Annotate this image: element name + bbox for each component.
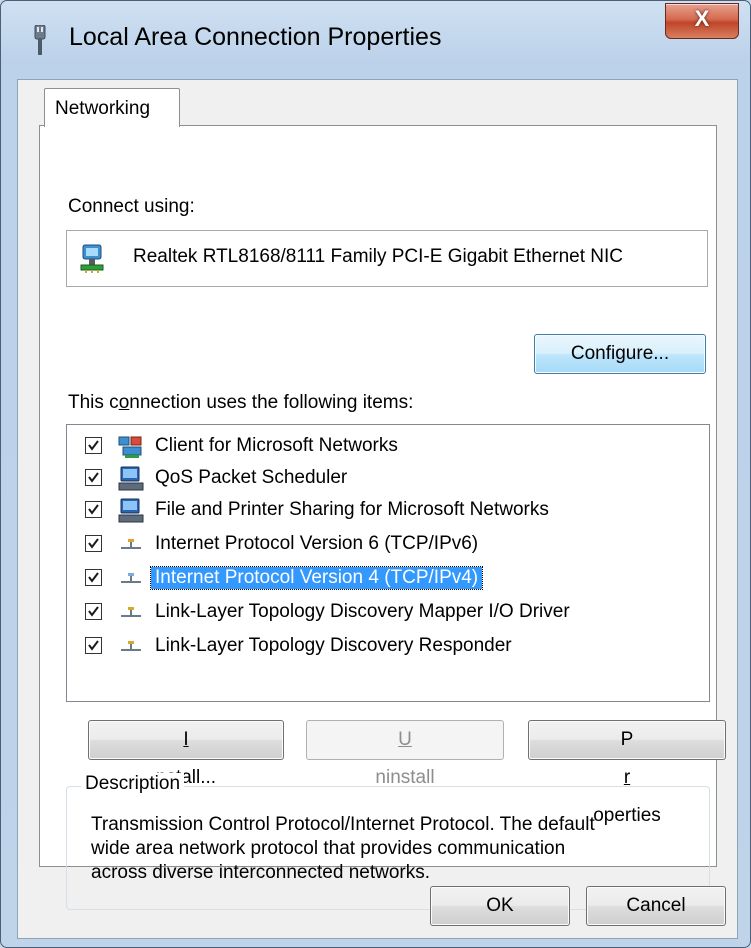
item-checkbox[interactable] bbox=[85, 637, 102, 654]
item-label: Internet Protocol Version 4 (TCP/IPv4) bbox=[149, 566, 484, 590]
item-label: Link-Layer Topology Discovery Mapper I/O… bbox=[155, 601, 570, 622]
checkmark-icon bbox=[88, 504, 99, 515]
checkmark-icon bbox=[88, 606, 99, 617]
items-list-label: This connection uses the following items… bbox=[68, 392, 414, 413]
item-checkbox[interactable] bbox=[85, 603, 102, 620]
networking-tab-panel: Connect using: Realtek RTL8168/8111 Fami… bbox=[39, 125, 726, 910]
checkmark-icon bbox=[88, 472, 99, 483]
cancel-button[interactable]: Cancel bbox=[586, 886, 726, 926]
ok-button[interactable]: OK bbox=[430, 886, 570, 926]
network-adapter-icon bbox=[80, 244, 104, 273]
item-checkbox[interactable] bbox=[85, 569, 102, 586]
connect-using-label: Connect using: bbox=[68, 196, 195, 217]
dialog-client-area: Networking Connect using: Realtek RTL816… bbox=[17, 79, 738, 939]
protocol-icon bbox=[121, 641, 141, 651]
protocol-icon bbox=[121, 607, 141, 617]
window-title: Local Area Connection Properties bbox=[69, 23, 442, 51]
tab-networking-label: Networking bbox=[55, 98, 151, 119]
network-cable-icon bbox=[34, 25, 46, 55]
item-label: File and Printer Sharing for Microsoft N… bbox=[155, 499, 549, 520]
properties-window: Local Area Connection Properties X Netwo… bbox=[0, 0, 751, 948]
list-item[interactable]: File and Printer Sharing for Microsoft N… bbox=[67, 495, 707, 527]
description-text: Transmission Control Protocol/Internet P… bbox=[91, 814, 595, 883]
checkmark-icon bbox=[88, 440, 99, 451]
install-button[interactable]: Install... bbox=[88, 720, 284, 788]
item-label: Link-Layer Topology Discovery Responder bbox=[155, 635, 512, 656]
list-item[interactable]: Internet Protocol Version 6 (TCP/IPv6) bbox=[67, 529, 707, 561]
close-button[interactable]: X bbox=[665, 3, 739, 39]
uninstall-button[interactable]: Uninstall bbox=[306, 720, 504, 788]
description-legend: Description bbox=[81, 773, 185, 795]
adapter-field[interactable]: Realtek RTL8168/8111 Family PCI-E Gigabi… bbox=[66, 230, 708, 287]
item-label: Client for Microsoft Networks bbox=[155, 435, 398, 456]
configure-button-label: Configure... bbox=[570, 343, 670, 364]
protocol-icon bbox=[121, 539, 141, 549]
service-computer-icon bbox=[118, 498, 144, 523]
service-computer-icon bbox=[118, 466, 144, 491]
adapter-name: Realtek RTL8168/8111 Family PCI-E Gigabi… bbox=[133, 246, 624, 267]
ok-button-label: OK bbox=[486, 895, 514, 916]
cancel-button-label: Cancel bbox=[626, 895, 686, 916]
checkmark-icon bbox=[88, 538, 99, 549]
list-item[interactable]: Link-Layer Topology Discovery Mapper I/O… bbox=[67, 597, 707, 629]
item-checkbox[interactable] bbox=[85, 437, 102, 454]
list-item[interactable]: Client for Microsoft Networks bbox=[67, 431, 707, 463]
tab-networking[interactable]: Networking bbox=[44, 88, 180, 127]
protocol-icon bbox=[121, 573, 141, 583]
items-list[interactable]: Client for Microsoft Networks QoS Packet… bbox=[66, 424, 710, 702]
configure-button[interactable]: Configure... bbox=[534, 334, 706, 374]
properties-button[interactable]: Pr operties bbox=[528, 720, 726, 826]
checkmark-icon bbox=[88, 572, 99, 583]
item-checkbox[interactable] bbox=[85, 535, 102, 552]
close-icon: X bbox=[694, 6, 710, 31]
title-bar[interactable]: Local Area Connection Properties X bbox=[1, 1, 750, 79]
item-label: QoS Packet Scheduler bbox=[155, 467, 348, 488]
item-label: Internet Protocol Version 6 (TCP/IPv6) bbox=[155, 533, 479, 554]
list-item[interactable]: Link-Layer Topology Discovery Responder bbox=[67, 631, 707, 663]
list-item[interactable]: Internet Protocol Version 4 (TCP/IPv4) bbox=[67, 563, 707, 595]
client-network-icon bbox=[118, 436, 142, 458]
item-checkbox[interactable] bbox=[85, 501, 102, 518]
item-checkbox[interactable] bbox=[85, 469, 102, 486]
list-item[interactable]: QoS Packet Scheduler bbox=[67, 463, 707, 495]
checkmark-icon bbox=[88, 640, 99, 651]
